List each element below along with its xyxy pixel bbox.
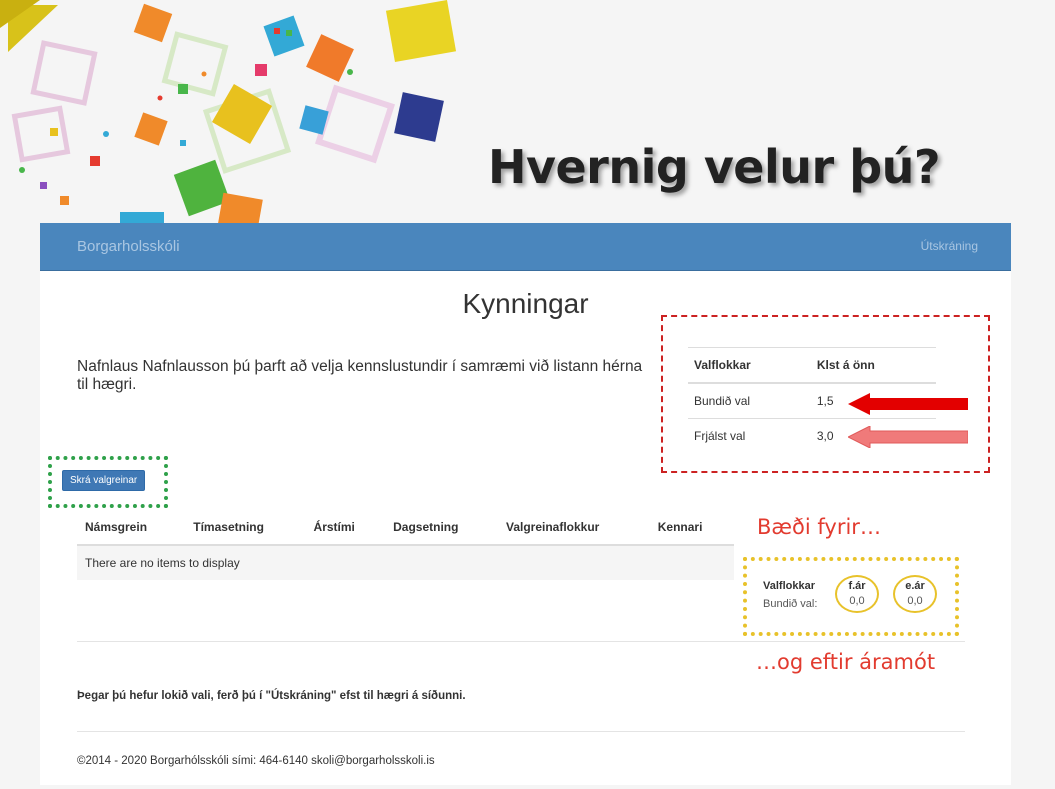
logout-link[interactable]: Útskráning bbox=[921, 239, 978, 253]
arrow-left-icon bbox=[848, 393, 968, 415]
column-header[interactable]: Dagsetning bbox=[385, 510, 498, 546]
category-name: Bundið val bbox=[688, 382, 811, 419]
summary-column-label: f.ár bbox=[848, 580, 866, 592]
summary-circle-fall: f.ár 0,0 bbox=[835, 575, 879, 613]
summary-value: 0,0 bbox=[849, 595, 865, 607]
arrow-left-icon bbox=[848, 426, 968, 448]
column-header[interactable]: Árstími bbox=[305, 510, 386, 546]
footer-text: ©2014 - 2020 Borgarhólsskóli sími: 464-6… bbox=[77, 755, 435, 767]
summary-value: 0,0 bbox=[907, 595, 923, 607]
intro-text: Nafnlaus Nafnlausson þú þarft að velja k… bbox=[77, 358, 643, 393]
register-courses-button[interactable]: Skrá valgreinar bbox=[62, 470, 146, 491]
divider bbox=[77, 731, 965, 732]
column-header[interactable]: Kennari bbox=[649, 510, 734, 546]
category-name: Frjálst val bbox=[688, 418, 811, 453]
table-row: There are no items to display bbox=[77, 545, 734, 580]
column-header[interactable]: Námsgrein bbox=[77, 510, 186, 546]
column-header[interactable]: Valgreinaflokkur bbox=[497, 510, 650, 546]
navbar-brand[interactable]: Borgarholsskóli bbox=[77, 238, 180, 255]
annotation-before: Bæði fyrir… bbox=[757, 515, 881, 539]
column-header[interactable]: Tímasetning bbox=[185, 510, 306, 546]
category-header-name: Valflokkar bbox=[688, 347, 811, 384]
category-header-hours: Klst á önn bbox=[810, 347, 936, 384]
finish-note: Þegar þú hefur lokið vali, ferð þú í "Út… bbox=[77, 690, 466, 702]
web-page: Borgarholsskóli Útskráning Kynningar Naf… bbox=[40, 223, 1011, 785]
summary-column-label: e.ár bbox=[905, 580, 925, 592]
navbar: Borgarholsskóli Útskráning bbox=[40, 223, 1011, 271]
empty-message: There are no items to display bbox=[77, 545, 734, 580]
courses-table: Námsgrein Tímasetning Árstími Dagsetning… bbox=[77, 510, 734, 580]
slide-title: Hvernig velur þú? bbox=[488, 140, 941, 194]
annotation-after: …og eftir áramót bbox=[756, 650, 936, 674]
divider bbox=[77, 641, 965, 642]
summary-row-label: Bundið val: bbox=[763, 598, 818, 610]
summary-header: Valflokkar bbox=[763, 580, 815, 592]
summary-circle-spring: e.ár 0,0 bbox=[893, 575, 937, 613]
decorative-cubes-graphic bbox=[0, 0, 457, 225]
